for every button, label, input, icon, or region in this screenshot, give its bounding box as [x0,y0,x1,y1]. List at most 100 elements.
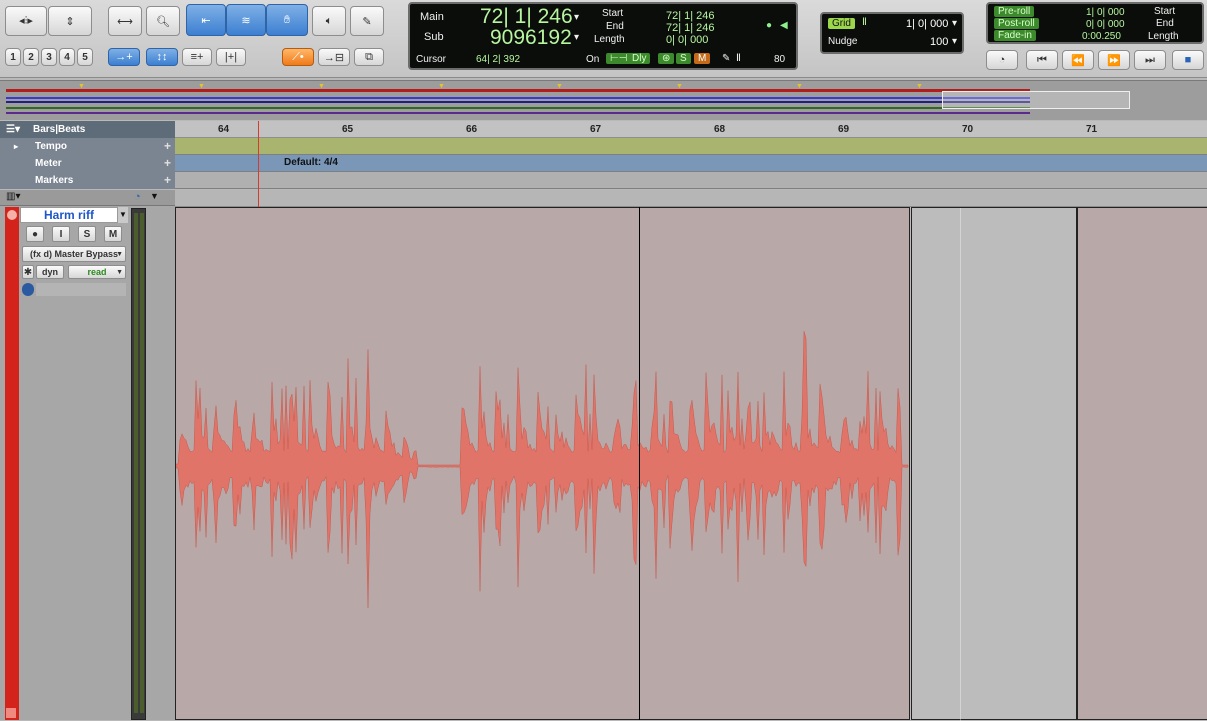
meter-ruler-label[interactable]: Meter + [0,155,175,172]
track-name-field[interactable]: Harm riff [20,207,118,223]
markers-ruler[interactable]: Markers + [0,172,1207,189]
length-value[interactable]: 0| 0| 000 [666,34,708,46]
input-monitor-button[interactable]: I [52,226,70,242]
chevron-down-icon: ▼ [116,268,123,276]
chevron-down-icon[interactable]: ▾ [952,36,957,47]
bracket-icon: |+| [224,51,238,63]
window-toggle-button[interactable]: ⧉ [354,48,384,66]
playlist-icon[interactable] [22,283,34,296]
track-view-selector[interactable]: (fx d) Master Bypass ▼ [22,246,126,262]
add-marker-icon[interactable]: + [164,172,171,189]
marker-icon: ▼ [916,83,923,90]
record-icon[interactable]: ● [766,20,772,31]
pencil-icon[interactable]: ✎ [722,53,730,64]
rewind-button[interactable]: ⏪ [1062,50,1094,70]
fade-in-label[interactable]: Fade-in [994,30,1036,41]
magnifier-tool-button[interactable]: 🔍︎ [146,6,180,36]
bars-beats-label[interactable]: ☰▾ Bars|Beats [0,121,175,138]
add-tempo-icon[interactable]: + [164,138,171,155]
zoomer-tool-button[interactable]: ⟷ [108,6,142,36]
zoom-preset-5[interactable]: 5 [77,48,93,66]
track-comments-field[interactable] [36,283,126,296]
go-to-end-button[interactable]: ⏭ [1134,50,1166,70]
pre-roll-value[interactable]: 1| 0| 000 [1086,7,1125,18]
session-overview[interactable]: ▼ ▼ ▼ ▼ ▼ ▼ ▼ ▼ [0,80,1207,120]
dly-button[interactable]: Dly [628,53,651,64]
meter-left-channel [134,213,138,713]
zoom-in-horizontal-button[interactable]: ⇕ [48,6,92,36]
expand-triangle-icon[interactable]: ▸ [14,138,18,155]
grid-label[interactable]: Grid [828,18,855,29]
transport-display: Pre-roll 1| 0| 000 Post-roll 0| 0| 000 F… [986,2,1204,44]
start-value[interactable]: 72| 1| 246 [666,10,715,22]
zoom-out-horizontal-button[interactable]: ◂⫶▸ [5,6,47,36]
bars-beats-ruler[interactable]: ☰▾ Bars|Beats 64 65 66 67 68 69 70 71 [0,121,1207,138]
zoom-preset-4[interactable]: 4 [59,48,75,66]
overview-view-rect[interactable] [942,91,1130,109]
add-meter-icon[interactable]: + [164,155,171,172]
grid-value[interactable]: 1| 0| 000 [906,18,948,30]
audio-region[interactable] [175,207,910,720]
resize-handle-icon[interactable] [6,708,16,718]
insertion-follows-playback-button[interactable]: ≡+ [182,48,212,66]
mute-button[interactable]: M [104,226,122,242]
fade-in-value[interactable]: 0:00.250 [1082,31,1121,42]
tab-icon: →+ [115,51,133,63]
end-value[interactable]: 72| 1| 246 [666,22,715,34]
tempo-icon[interactable]: ⊛ [658,53,675,64]
grid-icon[interactable]: Ⅱ [736,53,741,64]
online-button[interactable]: ◔ [986,50,1018,70]
link-timeline-button[interactable]: ↕↕ [146,48,178,66]
automation-mode-selector[interactable]: read ▼ [68,265,126,279]
markers-ruler-label[interactable]: Markers + [0,172,175,189]
track-color-strip[interactable] [5,207,19,720]
meter-value[interactable]: Default: 4/4 [284,157,338,168]
audio-region-next[interactable] [1077,207,1207,720]
tab-to-transient-button[interactable]: →+ [108,48,140,66]
trim-tool-button[interactable]: ⇤ [186,4,226,36]
stop-button[interactable]: ■ [1172,50,1204,70]
link-track-button[interactable]: |+| [216,48,246,66]
nudge-value[interactable]: 100 [930,36,948,48]
bar-number: 68 [714,124,726,135]
fast-forward-button[interactable]: ⏩ [1098,50,1130,70]
track-name-menu-icon[interactable]: ▼ [118,207,128,223]
solo-button[interactable]: S [78,226,96,242]
chevron-down-icon[interactable]: ▼ [150,191,159,201]
pre-roll-label[interactable]: Pre-roll [994,6,1035,17]
chevron-down-icon[interactable]: ▾ [574,12,579,23]
elastic-audio-button[interactable]: ✱ [22,265,34,279]
transport-length-label: Length [1148,31,1179,42]
chevron-down-icon[interactable]: ▾ [574,32,579,43]
post-roll-value[interactable]: 0| 0| 000 [1086,19,1125,30]
speaker-icon[interactable]: ◀ [780,20,788,31]
zoom-preset-3[interactable]: 3 [41,48,57,66]
pencil-tool-button[interactable]: ✎ [350,6,384,36]
rewind-icon: ⏪ [1071,54,1085,67]
post-roll-label[interactable]: Post-roll [994,18,1039,29]
edit-window[interactable] [175,121,1207,721]
overview-track-line [6,107,1030,109]
zoom-preset-2[interactable]: 2 [23,48,39,66]
track-options-icon[interactable] [7,210,17,220]
tempo-ruler[interactable]: ▸ Tempo + [0,138,1207,155]
chevron-down-icon[interactable]: ▾ [952,18,957,29]
grabber-tool-button[interactable]: ✋︎ [266,4,308,36]
automation-follows-edit-button[interactable]: ⟋• [282,48,314,66]
record-enable-button[interactable]: ● [26,226,44,242]
zoom-preset-1[interactable]: 1 [5,48,21,66]
sub-counter-value[interactable]: 9096192 [490,26,572,50]
scrubber-tool-button[interactable]: 🔈︎ [312,6,346,36]
return-to-zero-button[interactable]: ⏮ [1026,50,1058,70]
track-list-header: ▥▾ ◔ ▼ [0,190,175,206]
track-view-menu-icon[interactable]: ▥▾ [6,191,20,202]
selector-tool-button[interactable]: ≋ [226,4,266,36]
s-button[interactable]: S [676,53,691,64]
mirror-midi-button[interactable]: →⊟ [318,48,350,66]
ruler-menu-icon[interactable]: ☰▾ [6,121,20,138]
m-button[interactable]: M [694,53,711,64]
tempo-ruler-label[interactable]: ▸ Tempo + [0,138,175,155]
automation-type-button[interactable]: dyn [36,265,64,279]
clock-icon[interactable]: ◔ [134,191,141,203]
meter-ruler[interactable]: Meter + Default: 4/4 [0,155,1207,172]
